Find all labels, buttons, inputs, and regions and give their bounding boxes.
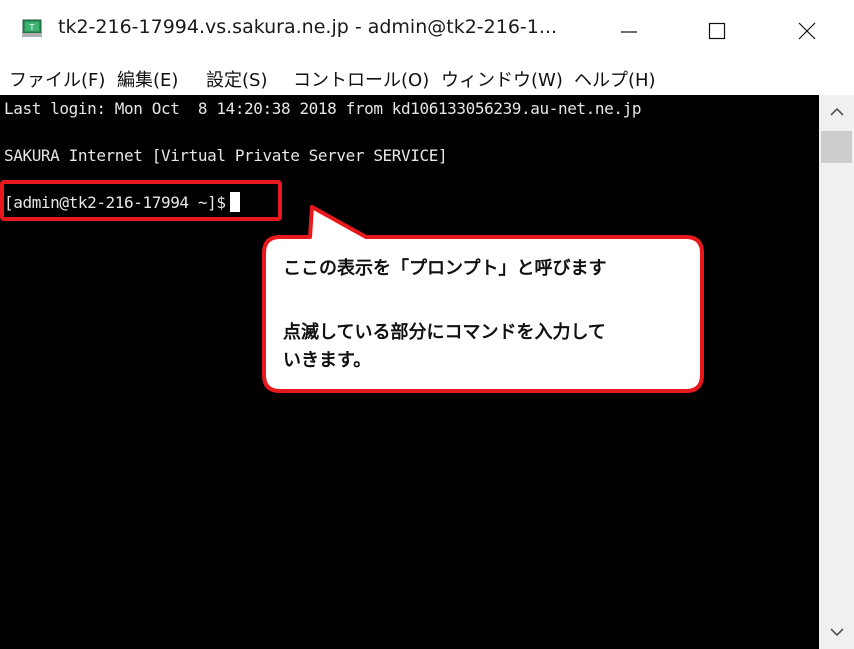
prompt-highlight-box [0, 180, 282, 221]
menu-file[interactable]: ファイル(F) [9, 66, 105, 92]
scrollbar-thumb[interactable] [821, 131, 852, 163]
vertical-scrollbar[interactable] [819, 95, 854, 649]
terminal-line-last-login: Last login: Mon Oct 8 14:20:38 2018 from… [4, 99, 642, 118]
terminal-line-banner: SAKURA Internet [Virtual Private Server … [4, 146, 448, 165]
terminal-app-icon: T [22, 19, 42, 37]
window-title: tk2-216-17994.vs.sakura.ne.jp - admin@tk… [58, 16, 557, 38]
menu-help[interactable]: ヘルプ(H) [574, 66, 656, 92]
maximize-icon [708, 22, 726, 40]
menu-bar: ファイル(F) 編集(E) 設定(S) コントロール(O) ウィンドウ(W) ヘ… [0, 62, 854, 94]
scroll-down-button[interactable] [819, 615, 854, 649]
menu-window[interactable]: ウィンドウ(W) [441, 66, 563, 92]
maximize-button[interactable] [672, 0, 762, 62]
title-bar[interactable]: T tk2-216-17994.vs.sakura.ne.jp - admin@… [0, 0, 854, 62]
close-button[interactable] [762, 0, 852, 62]
chevron-down-icon [829, 628, 844, 637]
minimize-icon [621, 31, 637, 33]
menu-settings[interactable]: 設定(S) [206, 66, 267, 92]
menu-control[interactable]: コントロール(O) [293, 66, 429, 92]
svg-text:T: T [29, 23, 35, 32]
scroll-up-button[interactable] [819, 95, 854, 129]
callout-text-line-2: 点滅している部分にコマンドを入力して [283, 322, 606, 343]
menu-edit[interactable]: 編集(E) [117, 66, 178, 92]
minimize-button[interactable] [584, 0, 674, 62]
callout-text-line-1: ここの表示を「プロンプト」と呼びます [283, 258, 607, 279]
close-icon [798, 22, 816, 40]
callout-text-line-3: いきます。 [283, 350, 372, 371]
chevron-up-icon [829, 107, 844, 116]
